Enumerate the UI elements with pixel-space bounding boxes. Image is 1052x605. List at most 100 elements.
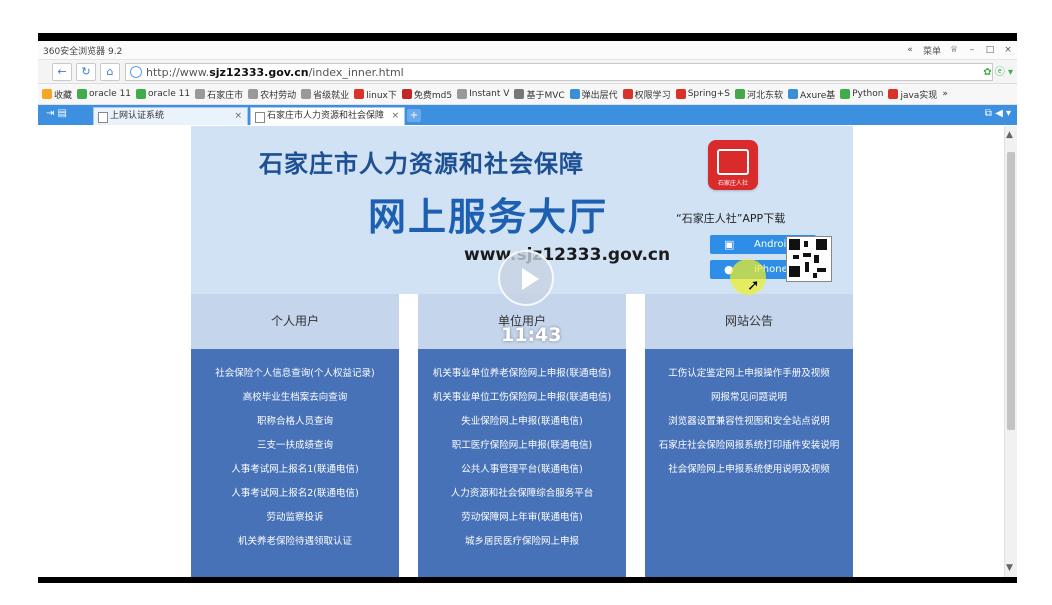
bookmarks-more-icon[interactable]: » <box>942 89 948 99</box>
title-bar: 360安全浏览器 9.2 « 菜单 ♕ – □ × <box>38 41 1017 60</box>
column-personal-users: 个人用户 社会保险个人信息查询(个人权益记录) 高校毕业生档案去向查询 职称合格人员… <box>191 294 399 577</box>
service-link[interactable]: 社会保险网上申报系统使用说明及视频 <box>645 458 853 482</box>
service-link[interactable]: 失业保险网上申报(联通电信) <box>418 410 626 434</box>
tab-bar: ⇥ ▤ 上网认证系统 × 石家庄市人力资源和社会保障 × + ⧉ ◀ ▾ <box>38 105 1017 125</box>
column-header: 个人用户 <box>191 294 399 349</box>
bookmark-item[interactable]: java实现 <box>888 88 937 101</box>
bookmark-item[interactable]: 河北东软 <box>735 88 783 101</box>
play-button[interactable] <box>498 250 554 306</box>
minimize-icon[interactable]: – <box>967 45 977 55</box>
scroll-down-icon[interactable]: ▼ <box>1006 563 1013 573</box>
service-link[interactable]: 人力资源和社会保障综合服务平台 <box>418 482 626 506</box>
bookmark-icon <box>622 89 633 99</box>
page-content: 石家庄市人力资源和社会保障 网上服务大厅 www.sjz12333.gov.cn… <box>38 126 1017 577</box>
service-link[interactable]: 职称合格人员查询 <box>191 410 399 434</box>
address-bar[interactable]: http://www.sjz12333.gov.cn/index_inner.h… <box>125 63 993 81</box>
bookmark-item[interactable]: 免费md5 <box>401 88 453 101</box>
back-icon[interactable]: ← <box>52 63 72 81</box>
service-link[interactable]: 人事考试网上报名1(联通电信) <box>191 458 399 482</box>
bookmark-icon <box>840 89 851 99</box>
cursor-icon: ➚ <box>747 276 760 294</box>
browser-window: 360安全浏览器 9.2 « 菜单 ♕ – □ × ← ↻ ⌂ http://w… <box>38 41 1017 577</box>
bookmark-item[interactable]: 权限学习 <box>622 88 671 101</box>
bookmark-item[interactable]: Spring+S <box>675 89 730 99</box>
close-tab-icon[interactable]: × <box>391 108 399 125</box>
bookmark-icon <box>788 89 799 99</box>
new-tab-button[interactable]: + <box>407 109 421 122</box>
service-link[interactable]: 浏览器设置兼容性视图和安全站点说明 <box>645 410 853 434</box>
sidebar-toggle-icon[interactable]: ⇥ ▤ <box>46 108 67 119</box>
home-icon[interactable]: ⌂ <box>100 63 120 81</box>
bookmark-item[interactable]: oracle 11 <box>136 89 190 99</box>
close-tab-icon[interactable]: × <box>234 108 242 125</box>
service-link[interactable]: 网报常见问题说明 <box>645 386 853 410</box>
video-frame: 360安全浏览器 9.2 « 菜单 ♕ – □ × ← ↻ ⌂ http://w… <box>38 33 1017 583</box>
skin-icon[interactable]: ♕ <box>949 45 959 55</box>
service-link[interactable]: 工伤认定鉴定网上申报操作手册及视频 <box>645 362 853 386</box>
service-link[interactable]: 机关养老保险待遇领取认证 <box>191 530 399 554</box>
scroll-up-icon[interactable]: ▲ <box>1006 130 1013 140</box>
column-body: 社会保险个人信息查询(个人权益记录) 高校毕业生档案去向查询 职称合格人员查询 三支一… <box>191 349 399 577</box>
vertical-scrollbar[interactable]: ▲ ▼ <box>1004 126 1017 577</box>
service-link[interactable]: 机关事业单位养老保险网上申报(联通电信) <box>418 362 626 386</box>
bookmark-item[interactable]: 石家庄市 <box>195 88 243 101</box>
service-link[interactable]: 职工医疗保险网上申报(联通电信) <box>418 434 626 458</box>
bookmark-label: Axure基 <box>800 90 836 101</box>
bookmark-item[interactable]: Axure基 <box>788 88 835 101</box>
bookmarks-bar: 收藏 oracle 11 oracle 11 石家庄市 农村劳动 省级就业 linux下 免费… <box>38 84 1017 105</box>
bookmark-icon <box>569 89 580 99</box>
building-icon <box>717 149 749 175</box>
service-link[interactable]: 人事考试网上报名2(联通电信) <box>191 482 399 506</box>
bookmark-label: 河北东软 <box>747 90 784 101</box>
security-icon[interactable]: ✿ ⓔ ▾ <box>983 63 1013 78</box>
page-icon <box>255 112 265 123</box>
video-timestamp: 11:43 <box>501 324 562 346</box>
bookmark-item[interactable]: 农村劳动 <box>248 88 296 101</box>
column-header: 网站公告 <box>645 294 853 349</box>
service-link[interactable]: 劳动监察投诉 <box>191 506 399 530</box>
service-link[interactable]: 劳动保障网上年审(联通电信) <box>418 506 626 530</box>
tab-label: 上网认证系统 <box>110 111 165 121</box>
tab-auth-system[interactable]: 上网认证系统 × <box>93 107 248 125</box>
service-link[interactable]: 机关事业单位工伤保险网上申报(联通电信) <box>418 386 626 410</box>
bookmark-item[interactable]: Python <box>840 89 883 99</box>
app-logo[interactable]: 石家庄人社 <box>708 140 758 190</box>
refresh-icon[interactable]: ↻ <box>76 63 96 81</box>
column-body: 工伤认定鉴定网上申报操作手册及视频 网报常见问题说明 浏览器设置兼容性视图和安全站点… <box>645 349 853 577</box>
bookmark-icon <box>457 89 468 99</box>
bookmark-icon <box>136 89 147 99</box>
maximize-icon[interactable]: □ <box>985 45 995 55</box>
service-link[interactable]: 城乡居民医疗保险网上申报 <box>418 530 626 554</box>
bookmark-label: oracle 11 <box>89 89 132 99</box>
service-link[interactable]: 公共人事管理平台(联通电信) <box>418 458 626 482</box>
bookmark-item[interactable]: 弹出层代 <box>569 88 618 101</box>
close-icon[interactable]: × <box>1003 45 1013 55</box>
bookmark-item[interactable]: 省级就业 <box>301 88 349 101</box>
bookmark-item[interactable]: linux下 <box>354 88 397 101</box>
bookmark-item[interactable]: 基于MVC <box>514 88 565 101</box>
bookmark-label: Instant V <box>469 89 510 99</box>
menu-button[interactable]: 菜单 <box>923 44 941 57</box>
tab-tools-icon[interactable]: ⧉ ◀ ▾ <box>985 108 1011 119</box>
service-link[interactable]: 高校毕业生档案去向查询 <box>191 386 399 410</box>
service-link[interactable]: 石家庄社会保险网报系统打印插件安装说明 <box>645 434 853 458</box>
address-url: http://www.sjz12333.gov.cn/index_inner.h… <box>146 66 404 79</box>
bookmark-label: Spring+S <box>687 89 730 99</box>
bookmark-item[interactable]: oracle 11 <box>77 89 131 99</box>
service-link[interactable]: 社会保险个人信息查询(个人权益记录) <box>191 362 399 386</box>
scroll-thumb[interactable] <box>1007 152 1015 430</box>
collapse-icon[interactable]: « <box>905 45 915 55</box>
banner-url: www.sjz12333.gov.cn <box>464 245 671 265</box>
bookmark-label: 基于MVC <box>526 90 565 101</box>
bookmark-label: 免费md5 <box>413 90 453 101</box>
tab-sjz-hrss[interactable]: 石家庄市人力资源和社会保障 × <box>250 107 405 125</box>
bookmark-icon <box>354 89 365 99</box>
service-link[interactable]: 三支一扶成绩查询 <box>191 434 399 458</box>
bookmark-item[interactable]: 收藏 <box>42 88 72 101</box>
bookmark-item[interactable]: Instant V <box>457 89 509 99</box>
bookmark-icon <box>248 89 259 99</box>
bookmark-icon <box>888 89 899 99</box>
bookmark-label: 收藏 <box>54 90 73 101</box>
bookmark-label: oracle 11 <box>148 89 191 99</box>
bookmark-icon <box>195 89 206 99</box>
